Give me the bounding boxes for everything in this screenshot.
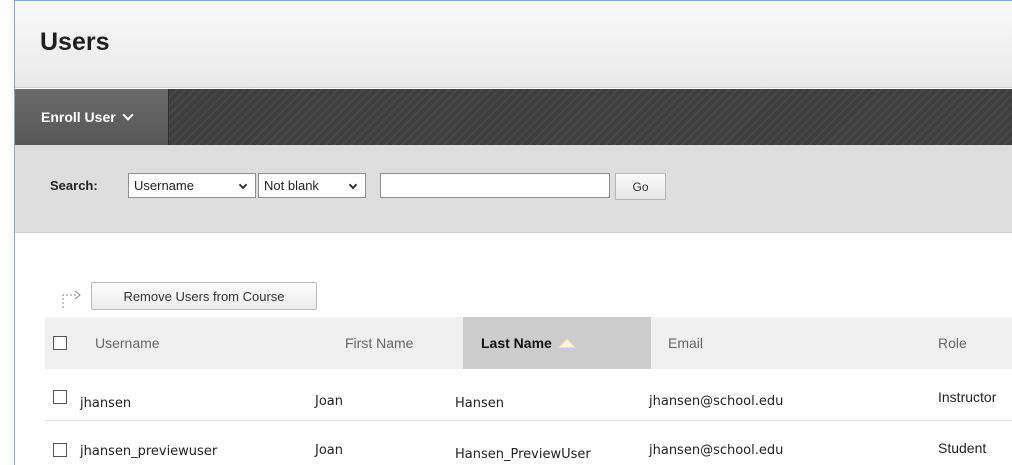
cell-last-name: Hansen_PreviewUser [455,447,591,462]
page-title: Users [40,28,110,56]
page-header: Users [15,1,1012,88]
search-field-select[interactable]: Username [128,173,256,198]
column-header-last-name[interactable]: Last Name [463,317,651,369]
column-header-username[interactable]: Username [95,317,295,369]
table-header: Username First Name Last Name Email Role [45,317,1012,369]
cell-first-name: Joan [315,394,343,409]
enroll-user-label: Enroll User [41,109,116,125]
sort-ascending-icon [557,338,576,348]
search-operator-select[interactable]: Not blank [258,173,366,198]
cell-email: jhansen@school.edu [649,394,784,409]
search-bar: Search: Username Not blank Go [15,145,1012,233]
bulk-action-arrow-icon [62,290,81,308]
app-frame: Users Enroll User Search: Username Not b… [14,0,1012,465]
search-operator-value: Not blank [264,178,319,193]
search-input[interactable] [380,173,610,198]
cell-username[interactable]: jhansen [80,396,131,411]
cell-email: jhansen@school.edu [649,443,784,458]
search-label: Search: [50,178,98,193]
select-all-cell [53,317,77,369]
table-row: jhansen Joan Hansen jhansen@school.edu I… [45,369,1012,421]
chevron-down-icon [348,180,358,190]
row-checkbox[interactable] [53,390,67,404]
column-header-role[interactable]: Role [938,317,1008,369]
table-row: jhansen_previewuser Joan Hansen_PreviewU… [45,425,1012,465]
column-header-email[interactable]: Email [668,317,868,369]
cell-username[interactable]: jhansen_previewuser [80,444,217,459]
go-button[interactable]: Go [615,173,666,200]
action-bar: Enroll User [15,89,1012,145]
cell-last-name: Hansen [455,396,504,411]
search-field-value: Username [134,178,194,193]
cell-role: Student [938,440,987,456]
column-header-first-name[interactable]: First Name [345,317,465,369]
row-checkbox[interactable] [53,443,67,457]
chevron-down-icon [238,180,248,190]
cell-role: Instructor [938,389,997,405]
enroll-user-button[interactable]: Enroll User [15,89,169,145]
cell-first-name: Joan [315,443,343,458]
remove-users-button[interactable]: Remove Users from Course [91,282,317,310]
select-all-checkbox[interactable] [53,336,67,350]
chevron-down-icon [122,109,134,121]
